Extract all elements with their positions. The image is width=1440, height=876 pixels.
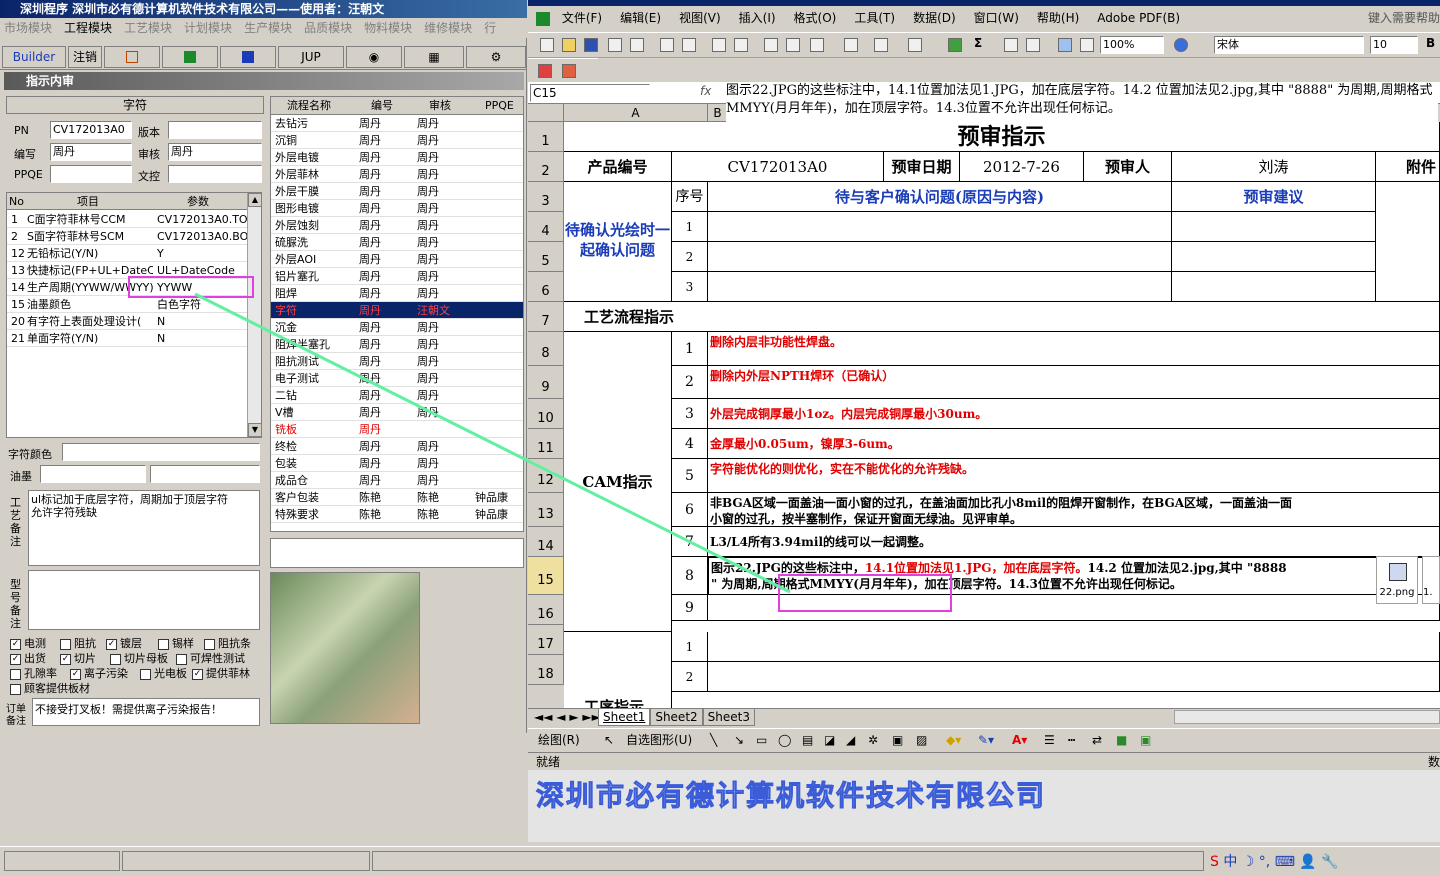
ime-toolbar-icons[interactable]: S 中 ☽ °, ⌨ 👤 🔧: [1210, 851, 1339, 871]
annotation-arrow: [194, 292, 791, 594]
taskbar: S 中 ☽ °, ⌨ 👤 🔧: [0, 846, 1440, 876]
task-slot-3[interactable]: [372, 851, 1204, 871]
task-slot-1[interactable]: [4, 851, 120, 871]
formula-input[interactable]: 图示22.JPG的这些标注中，14.1位置加法见1.JPG，加在底层字符。14.…: [726, 82, 1438, 122]
task-slot-2[interactable]: [122, 851, 370, 871]
sogou-icon[interactable]: S: [1210, 854, 1219, 870]
arrow-line: [194, 292, 791, 594]
